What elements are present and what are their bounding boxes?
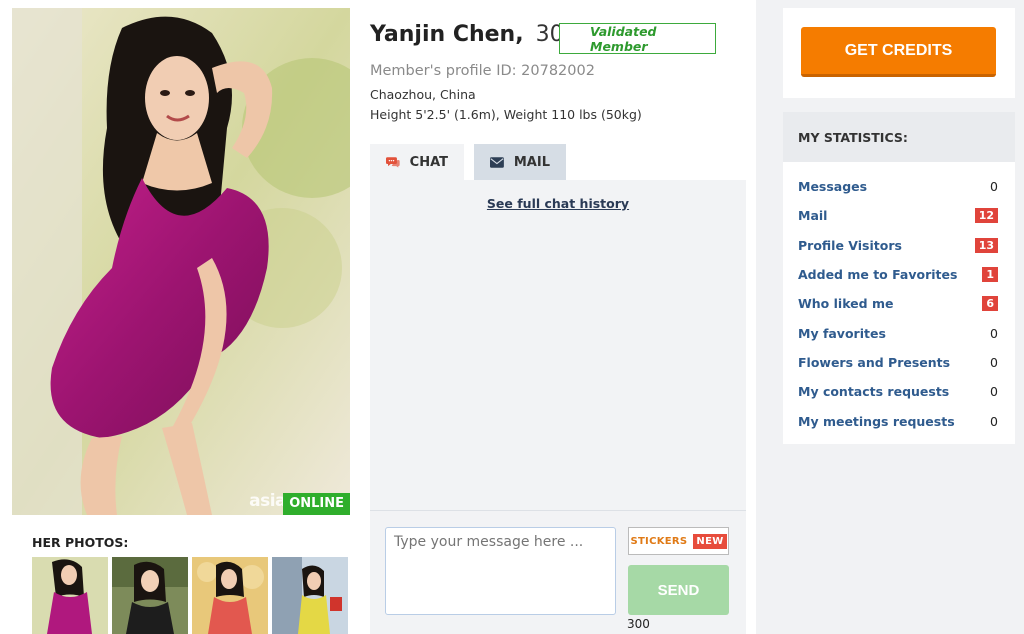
credits-panel: GET CREDITS bbox=[783, 8, 1015, 98]
photo-thumbnail[interactable] bbox=[272, 557, 348, 634]
profile-location: Chaozhou, China bbox=[370, 87, 476, 102]
photo-thumbnail[interactable] bbox=[32, 557, 108, 634]
photo-thumbnails bbox=[32, 557, 348, 634]
profile-name: Yanjin Chen, bbox=[370, 22, 524, 47]
profile-id: Member's profile ID: 20782002 bbox=[370, 63, 595, 79]
stat-flowers-presents[interactable]: Flowers and Presents 0 bbox=[783, 348, 1015, 377]
message-input[interactable] bbox=[385, 527, 616, 615]
stat-count-badge: 1 bbox=[982, 267, 998, 283]
envelope-icon bbox=[490, 156, 504, 168]
photo-watermark: asia bbox=[249, 491, 286, 511]
name-row: Yanjin Chen, 30 bbox=[370, 22, 564, 47]
stat-label: Who liked me bbox=[798, 296, 894, 312]
chat-mail-tabs: CHAT MAIL bbox=[370, 144, 566, 180]
stat-who-liked-me[interactable]: Who liked me 6 bbox=[783, 289, 1015, 318]
stat-value: 0 bbox=[990, 325, 998, 341]
full-chat-history-link[interactable]: See full chat history bbox=[370, 196, 746, 211]
message-composer: STICKERS NEW SEND 300 bbox=[370, 510, 746, 634]
photo-thumbnail[interactable] bbox=[192, 557, 268, 634]
stat-profile-visitors[interactable]: Profile Visitors 13 bbox=[783, 231, 1015, 260]
online-status-badge: ONLINE bbox=[283, 493, 350, 515]
get-credits-button[interactable]: GET CREDITS bbox=[801, 27, 996, 77]
stat-label: Added me to Favorites bbox=[798, 267, 958, 283]
stat-my-favorites[interactable]: My favorites 0 bbox=[783, 318, 1015, 347]
profile-photo-column: asia ONLINE HER PHOTOS: bbox=[0, 0, 362, 634]
stat-value: 0 bbox=[990, 384, 998, 400]
stat-mail[interactable]: Mail 12 bbox=[783, 201, 1015, 230]
stat-count-badge: 12 bbox=[974, 208, 998, 224]
tab-mail[interactable]: MAIL bbox=[474, 144, 566, 180]
statistics-title: MY STATISTICS: bbox=[783, 112, 1015, 162]
stat-label: My contacts requests bbox=[798, 384, 950, 400]
stat-meetings-requests[interactable]: My meetings requests 0 bbox=[783, 406, 1015, 435]
new-badge: NEW bbox=[693, 533, 727, 549]
stickers-label: STICKERS bbox=[630, 535, 688, 547]
chat-history-area: See full chat history bbox=[370, 180, 746, 510]
stat-label: Flowers and Presents bbox=[798, 354, 951, 370]
send-button[interactable]: SEND bbox=[628, 565, 729, 615]
tab-mail-label: MAIL bbox=[513, 154, 550, 170]
stat-count-badge: 6 bbox=[982, 296, 998, 312]
stat-contacts-requests[interactable]: My contacts requests 0 bbox=[783, 377, 1015, 406]
profile-details-column: Yanjin Chen, 30 Validated Member Member'… bbox=[362, 0, 756, 634]
stat-label: Mail bbox=[798, 208, 828, 224]
stat-label: My favorites bbox=[798, 325, 886, 341]
statistics-panel: MY STATISTICS: Messages 0 Mail 12 Profil… bbox=[783, 112, 1015, 444]
stat-label: Messages bbox=[798, 179, 868, 195]
main-profile-photo[interactable]: asia ONLINE bbox=[12, 8, 350, 515]
stat-messages[interactable]: Messages 0 bbox=[783, 172, 1015, 201]
stat-count-badge: 13 bbox=[974, 237, 998, 253]
statistics-list: Messages 0 Mail 12 Profile Visitors 13 A… bbox=[783, 162, 1015, 436]
stat-value: 0 bbox=[990, 413, 998, 429]
stat-value: 0 bbox=[990, 179, 998, 195]
tab-chat-label: CHAT bbox=[409, 154, 448, 170]
stat-value: 0 bbox=[990, 354, 998, 370]
stickers-button[interactable]: STICKERS NEW bbox=[628, 527, 729, 555]
tab-chat[interactable]: CHAT bbox=[370, 144, 464, 180]
stat-added-to-favorites[interactable]: Added me to Favorites 1 bbox=[783, 260, 1015, 289]
her-photos-title: HER PHOTOS: bbox=[32, 535, 129, 550]
character-counter: 300 bbox=[627, 617, 650, 631]
validated-member-badge: Validated Member bbox=[559, 23, 716, 54]
photo-thumbnail[interactable] bbox=[112, 557, 188, 634]
stat-label: Profile Visitors bbox=[798, 237, 902, 253]
chat-bubble-icon bbox=[386, 157, 400, 168]
stat-label: My meetings requests bbox=[798, 413, 955, 429]
profile-height-weight: Height 5'2.5' (1.6m), Weight 110 lbs (50… bbox=[370, 107, 642, 122]
profile-photo-illustration bbox=[12, 8, 350, 515]
